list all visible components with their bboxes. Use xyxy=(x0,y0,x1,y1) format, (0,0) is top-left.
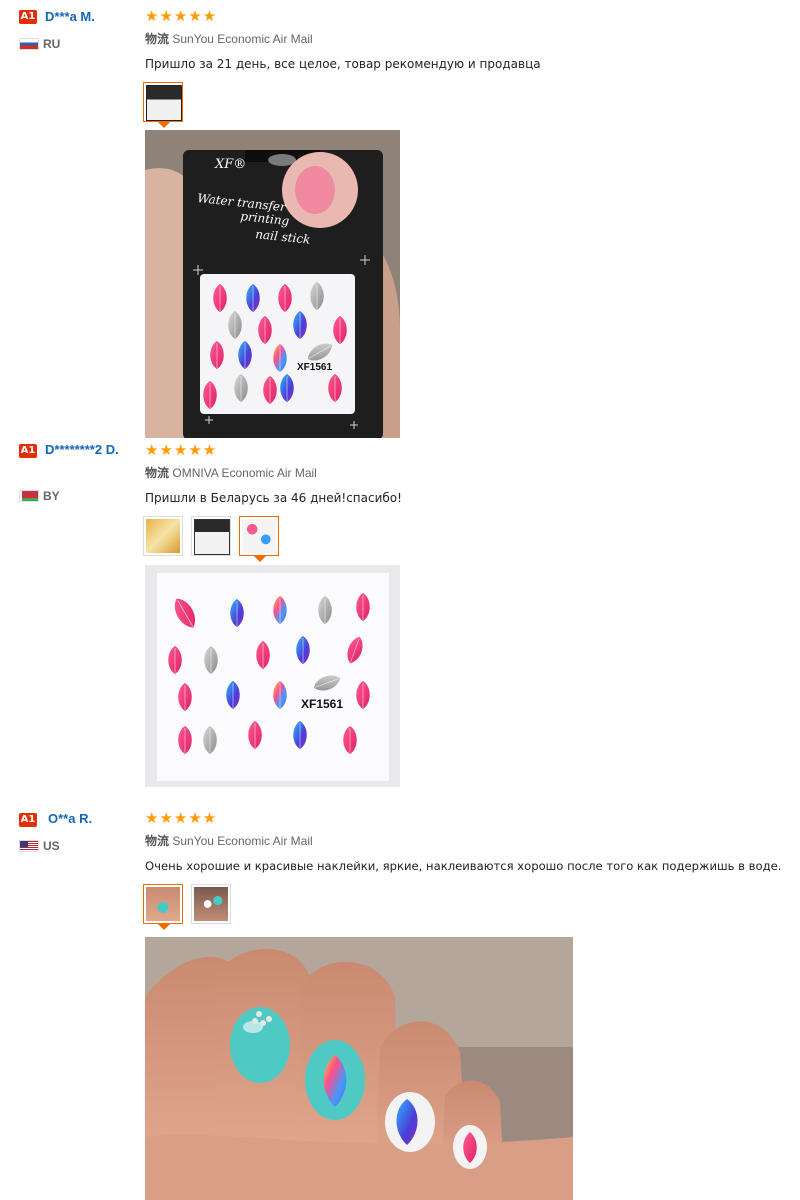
reviewer-country: RU xyxy=(19,37,60,51)
review-photo[interactable] xyxy=(145,937,573,1200)
photo-thumbnail[interactable] xyxy=(191,516,231,556)
review-photo[interactable]: XF® Water transfer printing nail stick X… xyxy=(145,130,400,438)
star-rating: ★★★★★ xyxy=(145,441,218,459)
reviewer-name[interactable]: D********2 D. xyxy=(45,441,135,459)
review-comment: Очень хорошие и красивые наклейки, яркие… xyxy=(145,859,782,873)
reviewer-country: US xyxy=(19,839,60,853)
photo-thumbnail[interactable] xyxy=(143,884,183,930)
photo-thumbnail[interactable] xyxy=(143,516,183,556)
flag-by-icon xyxy=(19,490,39,502)
reviewer-country: BY xyxy=(19,489,60,503)
review-comment: Пришло за 21 день, все целое, товар реко… xyxy=(145,57,541,71)
flag-ru-icon xyxy=(19,38,39,50)
review-photo[interactable]: XF1561 xyxy=(145,565,400,787)
flag-us-icon xyxy=(19,840,39,852)
buyer-level-badge: A1 xyxy=(19,444,37,458)
package-code: XF1561 xyxy=(297,362,332,373)
buyer-level-badge: A1 xyxy=(19,10,37,24)
shipping-method: 物流 SunYou Economic Air Mail xyxy=(145,834,313,848)
photo-thumbnail[interactable] xyxy=(191,884,231,924)
photo-thumbnail[interactable] xyxy=(239,516,279,562)
photo-thumbnails xyxy=(143,884,231,930)
sheet-code: XF1561 xyxy=(301,697,343,711)
star-rating: ★★★★★ xyxy=(145,7,218,25)
shipping-method: 物流 OMNIVA Economic Air Mail xyxy=(145,466,317,480)
shipping-method: 物流 SunYou Economic Air Mail xyxy=(145,32,313,46)
reviewer-name[interactable]: D***a M. xyxy=(45,8,135,26)
review-comment: Пришли в Беларусь за 46 дней!спасибо! xyxy=(145,491,402,505)
photo-thumbnails xyxy=(143,82,183,128)
buyer-level-badge: A1 xyxy=(19,813,37,827)
star-rating: ★★★★★ xyxy=(145,809,218,827)
package-brand: XF® xyxy=(214,157,246,172)
photo-thumbnails xyxy=(143,516,279,562)
photo-thumbnail[interactable] xyxy=(143,82,183,128)
reviewer-name[interactable]: O**a R. xyxy=(48,810,138,828)
